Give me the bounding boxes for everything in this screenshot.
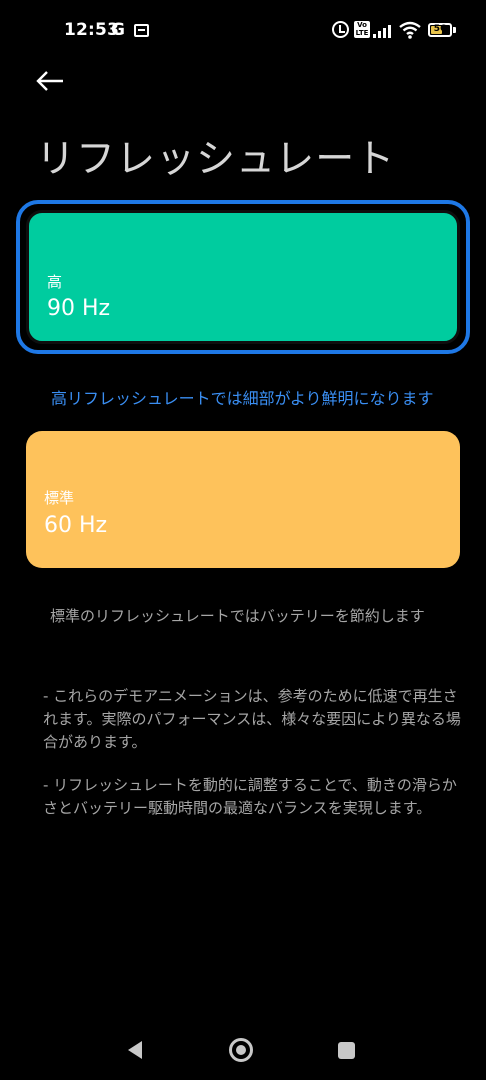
option-value: 90 Hz [47,296,111,321]
description-demo-note: - これらのデモアニメーションは、参考のために低速で再生されます。実際のパフォー… [43,687,461,751]
nav-home-icon[interactable] [229,1038,253,1062]
high-refresh-option-selected-frame[interactable]: 高 90 Hz [16,200,470,354]
option-label: 標準 [44,489,75,507]
alarm-icon [332,21,349,38]
option-label: 高 [47,273,63,291]
volte-icon: Vo LTE [354,21,370,38]
standard-refresh-note: 標準のリフレッシュレートではバッテリーを節約します [50,607,425,625]
google-icon: G [111,20,125,40]
nav-back-icon[interactable] [124,1039,146,1061]
nav-recents-icon[interactable] [338,1042,355,1059]
description-dynamic-note: - リフレッシュレートを動的に調整することで、動きの滑らかさとバッテリー駆動時間… [43,776,457,817]
status-bar: 12:53 G Vo LTE 56 [0,0,486,64]
battery-level: 56 [433,24,447,34]
battery-tip [453,27,456,33]
high-refresh-option[interactable]: 高 90 Hz [26,210,460,344]
refresh-rate-screen: 12:53 G Vo LTE 56 リフレッシュレート 高 90 Hz 高リフレ… [0,0,486,1080]
standard-refresh-option[interactable]: 標準 60 Hz [26,431,460,568]
signal-icon [373,22,395,38]
option-value: 60 Hz [44,513,108,538]
battery-icon: 56 [428,23,452,37]
page-title: リフレッシュレート [36,137,396,182]
wifi-icon [399,21,421,39]
back-arrow-icon[interactable] [34,66,68,96]
calendar-icon [134,24,149,37]
high-refresh-note: 高リフレッシュレートでは細部がより鮮明になります [51,389,434,408]
